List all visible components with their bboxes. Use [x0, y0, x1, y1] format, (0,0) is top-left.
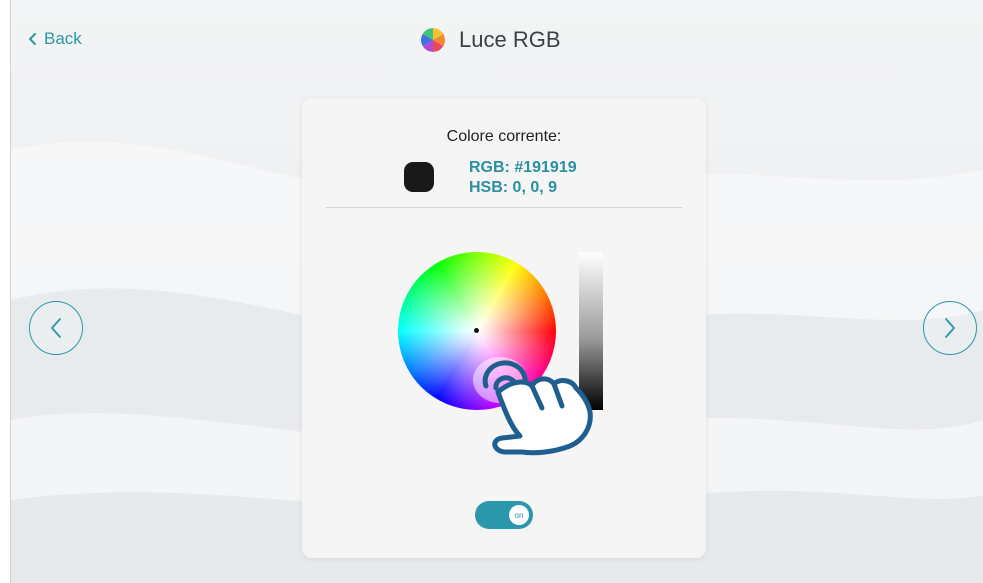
- rgb-value: RGB: #191919: [469, 159, 577, 176]
- divider: [326, 207, 682, 208]
- hsb-value: HSB: 0, 0, 9: [469, 179, 558, 196]
- current-color-label: Colore corrente:: [446, 128, 562, 145]
- color-values: RGB: #191919 HSB: 0, 0, 9: [469, 158, 577, 198]
- previous-button[interactable]: [29, 301, 83, 355]
- tap-hand-icon: [473, 357, 593, 456]
- color-wheel-icon: [421, 28, 445, 52]
- page-header: Luce RGB: [421, 27, 561, 53]
- chevron-right-icon: [945, 318, 955, 338]
- color-card: Colore corrente: RGB: #191919 HSB: 0, 0,…: [302, 98, 706, 558]
- chevron-left-icon: [29, 33, 36, 45]
- back-button[interactable]: Back: [28, 29, 82, 49]
- current-color-swatch: [404, 162, 434, 192]
- page-title: Luce RGB: [459, 27, 561, 52]
- toggle-knob: on: [509, 505, 529, 525]
- top-bar: Back Luce RGB: [11, 0, 983, 80]
- screen: Back Luce RGB Colore corrente: RGB: #191…: [10, 0, 983, 583]
- color-selector-dot[interactable]: [474, 328, 479, 333]
- toggle-state-label: on: [514, 510, 524, 520]
- back-label: Back: [44, 29, 82, 48]
- chevron-left-icon: [51, 318, 61, 338]
- power-toggle[interactable]: on: [475, 501, 533, 529]
- next-button[interactable]: [923, 301, 977, 355]
